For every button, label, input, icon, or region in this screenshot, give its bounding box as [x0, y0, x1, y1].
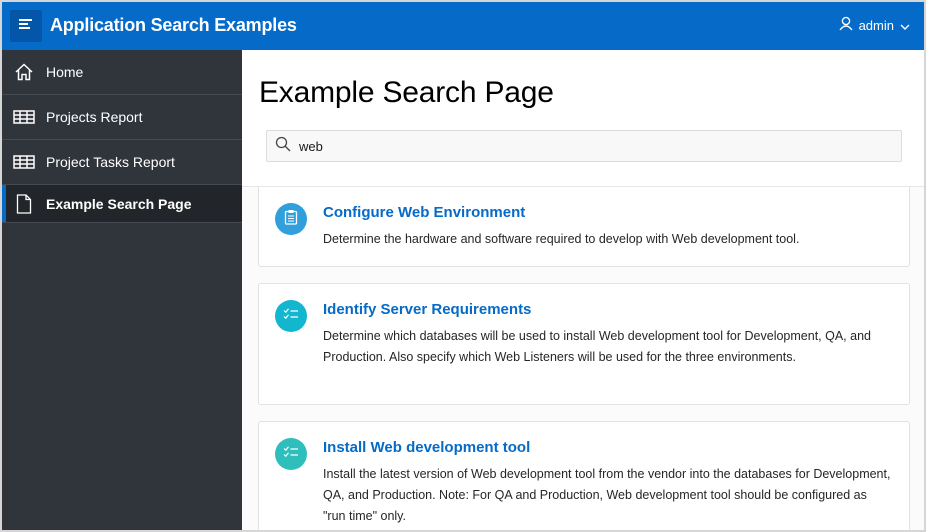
search-input[interactable]	[299, 138, 879, 154]
result-description: Determine the hardware and software requ…	[323, 232, 800, 246]
table-icon	[2, 155, 46, 169]
chevron-down-icon	[900, 18, 910, 33]
result-title-link[interactable]: Identify Server Requirements	[323, 301, 531, 318]
menu-toggle-button[interactable]	[10, 10, 42, 42]
result-title-link[interactable]: Install Web development tool	[323, 439, 530, 456]
checklist-icon	[283, 307, 299, 326]
app-title[interactable]: Application Search Examples	[50, 15, 297, 36]
search-result-item: Install Web development tool Install the…	[258, 421, 910, 530]
table-icon	[2, 110, 46, 124]
search-result-item: Identify Server Requirements Determine w…	[258, 283, 910, 405]
result-icon-badge	[275, 203, 307, 235]
user-name: admin	[858, 17, 894, 33]
sidebar-nav: Home Projects Report Project Tasks Repor…	[2, 50, 242, 530]
result-title-link[interactable]: Configure Web Environment	[323, 204, 525, 221]
app-window: Application Search Examples admin Home P…	[2, 2, 924, 530]
sidebar-item-projects-report[interactable]: Projects Report	[2, 95, 242, 140]
sidebar-item-label: Example Search Page	[46, 195, 192, 212]
search-icon	[275, 136, 291, 157]
clipboard-icon	[284, 209, 298, 230]
sidebar-item-home[interactable]: Home	[2, 50, 242, 95]
sidebar-item-label: Project Tasks Report	[46, 154, 175, 170]
checklist-icon	[283, 445, 299, 464]
sidebar-item-label: Projects Report	[46, 109, 143, 125]
sidebar-item-example-search-page[interactable]: Example Search Page	[2, 185, 242, 223]
main-content: Example Search Page web Configure Web En…	[242, 50, 924, 530]
result-description: Install the latest version of Web develo…	[323, 467, 891, 523]
hamburger-icon	[18, 17, 34, 35]
search-result-item: Configure Web Environment Determine the …	[258, 187, 910, 267]
result-icon-badge	[275, 300, 307, 332]
home-icon	[2, 63, 46, 81]
result-description: Determine which databases will be used t…	[323, 329, 871, 364]
file-icon	[2, 193, 46, 214]
result-icon-badge	[275, 438, 307, 470]
page-title: Example Search Page	[259, 76, 554, 109]
sidebar-item-project-tasks-report[interactable]: Project Tasks Report	[2, 140, 242, 185]
user-icon	[839, 16, 853, 34]
search-field[interactable]	[266, 130, 902, 162]
user-menu[interactable]: admin	[839, 16, 910, 34]
sidebar-item-label: Home	[46, 64, 84, 80]
search-results: Configure Web Environment Determine the …	[242, 186, 924, 530]
app-header: Application Search Examples admin	[2, 2, 924, 50]
